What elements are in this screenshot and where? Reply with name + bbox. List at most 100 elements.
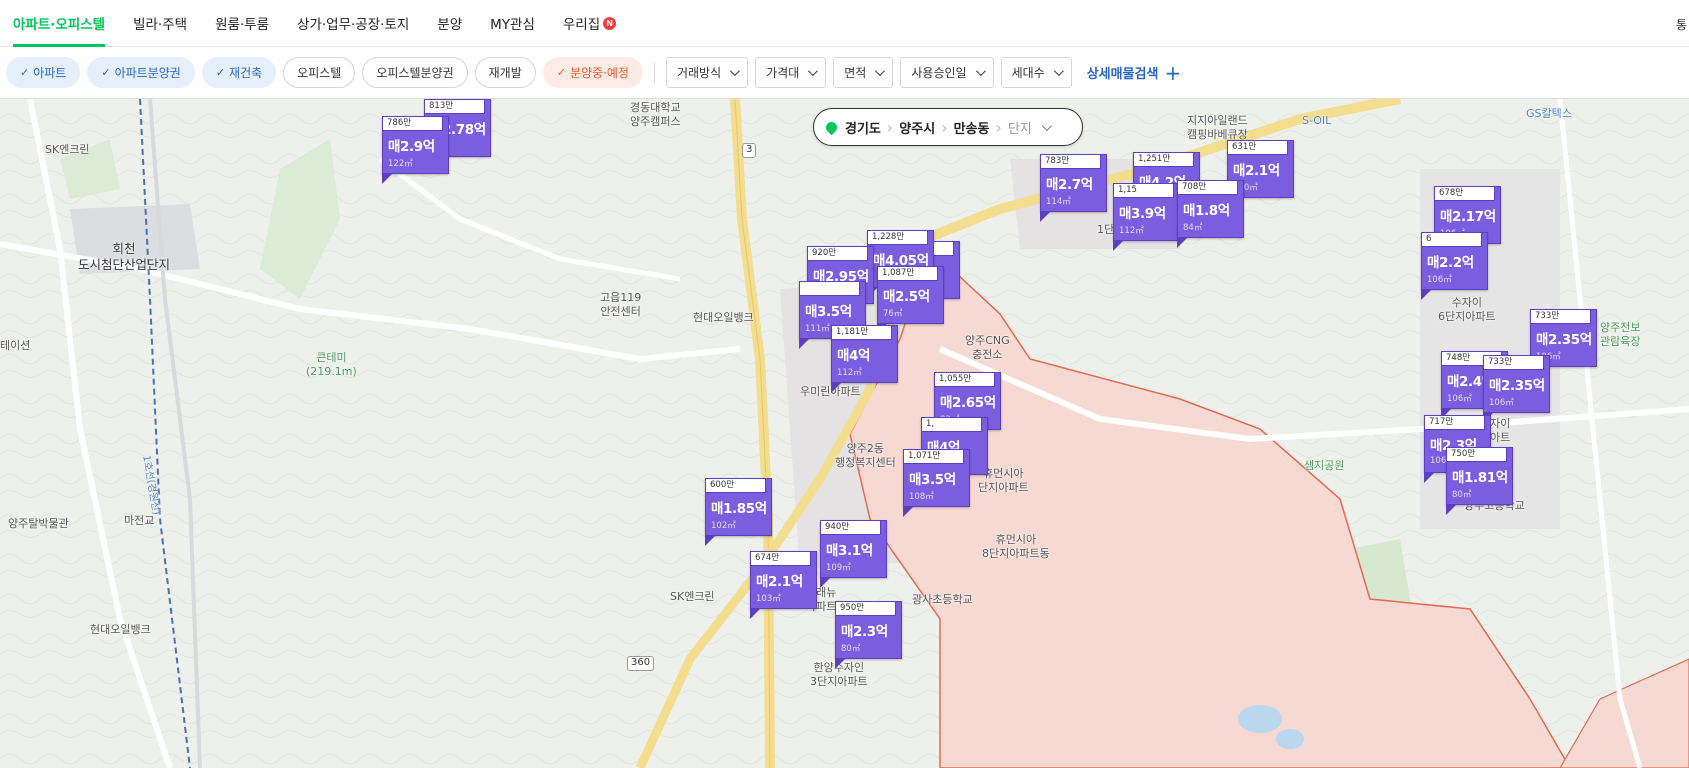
map-poi-label[interactable]: 양주탈박물관 — [8, 517, 69, 531]
check-icon: ✓ — [556, 66, 566, 79]
map-poi-label[interactable]: GS칼텍스 — [1526, 107, 1572, 121]
listing-marker[interactable]: 783만 매2.7억 114㎡ — [1040, 154, 1107, 222]
listing-price: 매2.17억 — [1440, 209, 1496, 225]
listing-area: 80㎡ — [841, 644, 861, 654]
map-poi-label[interactable]: 광사초등학교 — [912, 593, 973, 607]
dropdown-label: 가격대 — [766, 66, 800, 80]
listing-marker[interactable]: 750만 매1.81억 80㎡ — [1446, 447, 1513, 515]
tab-4[interactable]: 분양 — [423, 0, 476, 46]
filter-chip-label: 재개발 — [488, 66, 522, 80]
tab-0[interactable]: 아파트·오피스텔 — [0, 0, 119, 47]
map-poi-label[interactable]: 회천 도시첨단산업단지 — [78, 241, 170, 272]
listing-marker[interactable]: 733만매2.35억 106㎡ — [1483, 355, 1550, 423]
listing-area: 112㎡ — [837, 368, 862, 378]
detail-search-label: 상세매물검색 — [1086, 67, 1159, 82]
map-poi-label[interactable]: 양주2동 행정복지센터 — [835, 442, 896, 470]
map-poi-label[interactable]: SK엔크린 — [670, 590, 715, 604]
price-per-area: 1,087만 — [877, 266, 938, 281]
map-poi-label[interactable]: 휴먼시아 8단지아파트동 — [982, 533, 1050, 561]
price-per-area: 674만 — [750, 551, 811, 566]
map-poi-label[interactable]: 지지아일랜드 캠핑바베큐장 — [1187, 114, 1248, 142]
filter-dropdown-4[interactable]: 세대수 — [1000, 57, 1072, 88]
check-icon: ✓ — [215, 66, 226, 79]
tab-5[interactable]: MY관심 — [476, 0, 549, 46]
filter-dropdown-1[interactable]: 가격대 — [755, 57, 827, 88]
filter-chip-label: 오피스텔 — [297, 66, 342, 80]
tab-1[interactable]: 빌라·주택 — [119, 0, 201, 46]
listing-marker[interactable]: 940만 매3.1억 109㎡ — [820, 520, 887, 588]
map-poi-label[interactable]: 양주CNG 충전소 — [965, 334, 1010, 362]
map-poi-label[interactable]: 수자이 6단지아파트 — [1438, 296, 1496, 324]
listing-area: 84㎡ — [1183, 223, 1203, 233]
tab-3[interactable]: 상가·업무·공장·토지 — [283, 0, 423, 46]
listing-marker[interactable]: 1,181만매4억 112㎡ — [831, 325, 898, 393]
listing-area: 108㎡ — [909, 492, 934, 502]
chevron-right-icon: › — [886, 117, 894, 137]
map-poi-label[interactable]: 고읍119 안전센터 — [600, 291, 641, 319]
chevron-right-icon: › — [941, 117, 948, 137]
map-view[interactable]: 경기도 › 양주시 › 만송동 › 단지 SK엔크린 경동대학교 양주캠퍼스 회천 도시첨단산업… — [0, 99, 1689, 768]
chevron-down-icon — [975, 66, 986, 77]
listing-area: 114㎡ — [1046, 197, 1071, 207]
listing-price: 매4억 — [837, 348, 871, 364]
map-poi-label[interactable]: 테이션 — [0, 339, 30, 353]
map-poi-label[interactable]: SK엔크린 — [45, 143, 90, 157]
listing-area: 106㎡ — [1489, 398, 1514, 408]
listing-marker[interactable]: 950만 매2.3억 80㎡ — [835, 601, 902, 669]
filter-chip-label: 오피스텔분양권 — [376, 66, 454, 80]
map-poi-label[interactable]: 현대오일뱅크 — [90, 623, 151, 637]
listing-marker[interactable]: 786만 매2.9억 122㎡ — [382, 116, 449, 184]
listing-area: 112㎡ — [1119, 226, 1144, 236]
map-poi-label[interactable]: 경동대학교 양주캠퍼스 — [630, 101, 681, 129]
map-poi-label[interactable]: 현대오일뱅크 — [693, 311, 754, 325]
detail-search-button[interactable]: 상세매물검색 + — [1087, 61, 1182, 85]
listing-area: 106㎡ — [1447, 394, 1472, 404]
check-icon: ✓ — [20, 66, 30, 79]
tab-6[interactable]: 우리집 N — [549, 0, 630, 46]
listing-area: 80㎡ — [1452, 490, 1472, 500]
listing-marker[interactable]: 1,15 매3.9억 112㎡ — [1113, 183, 1180, 251]
map-poi-label[interactable]: 양주전보 관람육장 — [1600, 321, 1640, 349]
breadcrumb-dong[interactable]: 만송동 — [954, 118, 990, 137]
price-per-area: 631만 — [1227, 140, 1288, 155]
map-poi-label[interactable]: S-OIL — [1302, 114, 1331, 128]
listing-marker[interactable]: 600만 매1.85억 102㎡ — [705, 478, 772, 546]
price-per-area: 1, — [921, 417, 982, 432]
price-per-area: 733만 — [1483, 355, 1544, 370]
listing-marker[interactable]: 1,087만 매2.5억 76㎡ — [877, 266, 944, 334]
tab-2[interactable]: 원룸·투룸 — [201, 0, 283, 46]
filter-chip-5[interactable]: 재개발 — [474, 57, 536, 88]
tab-label: 빌라·주택 — [133, 17, 188, 33]
filter-chip-label: 재건축 — [229, 66, 263, 80]
breadcrumb-city[interactable]: 양주시 — [899, 118, 935, 137]
listing-area: 102㎡ — [711, 521, 736, 531]
price-per-area: 1,228만 — [867, 230, 928, 245]
filter-chip-3[interactable]: 오피스텔 — [283, 57, 356, 88]
filter-chip-label: 분양중·예정 — [569, 66, 629, 80]
filter-dropdown-2[interactable]: 면적 — [833, 57, 894, 88]
breadcrumb-province[interactable]: 경기도 — [845, 118, 881, 137]
tab-label: MY관심 — [490, 17, 535, 33]
listing-marker[interactable]: 6 매2.2억 106㎡ — [1421, 232, 1488, 300]
filter-dropdown-0[interactable]: 거래방식 — [665, 57, 749, 88]
listing-area: 106㎡ — [1427, 275, 1452, 285]
listing-marker[interactable]: 708만 매1.8억 84㎡ — [1177, 180, 1244, 248]
filter-chip-4[interactable]: 오피스텔분양권 — [362, 57, 468, 88]
filter-chip-6[interactable]: ✓ 분양중·예정 — [542, 57, 643, 88]
location-pin-icon — [823, 119, 840, 135]
chevron-down-icon — [1041, 120, 1052, 131]
filter-bar: ✓ 아파트 ✓ 아파트분양권 ✓ 재건축 오피스텔 오피스텔분양권 재개발 ✓ 분양중·예정 거래방식… — [0, 47, 1689, 99]
listing-marker[interactable]: 674만 매2.1억 103㎡ — [750, 551, 817, 619]
listing-price: 매1.81억 — [1452, 470, 1508, 486]
map-poi-label[interactable]: 샘지공원 — [1304, 459, 1344, 473]
breadcrumb-complex[interactable]: 단지 — [1008, 118, 1032, 137]
filter-chip-2[interactable]: ✓ 재건축 — [201, 57, 277, 88]
filter-chip-1[interactable]: ✓ 아파트분양권 — [87, 57, 195, 88]
price-per-area: 1,181만 — [831, 325, 892, 340]
map-poi-label[interactable]: 마전교 — [124, 514, 154, 528]
filter-dropdown-3[interactable]: 사용승인일 — [900, 57, 994, 88]
listing-marker[interactable]: 1,071만 매3.5억 108㎡ — [903, 449, 970, 517]
map-poi-label[interactable]: 큰테미 (219.1m) — [306, 351, 357, 379]
filter-chip-0[interactable]: ✓ 아파트 — [6, 57, 81, 88]
location-breadcrumb[interactable]: 경기도 › 양주시 › 만송동 › 단지 — [813, 108, 1083, 146]
